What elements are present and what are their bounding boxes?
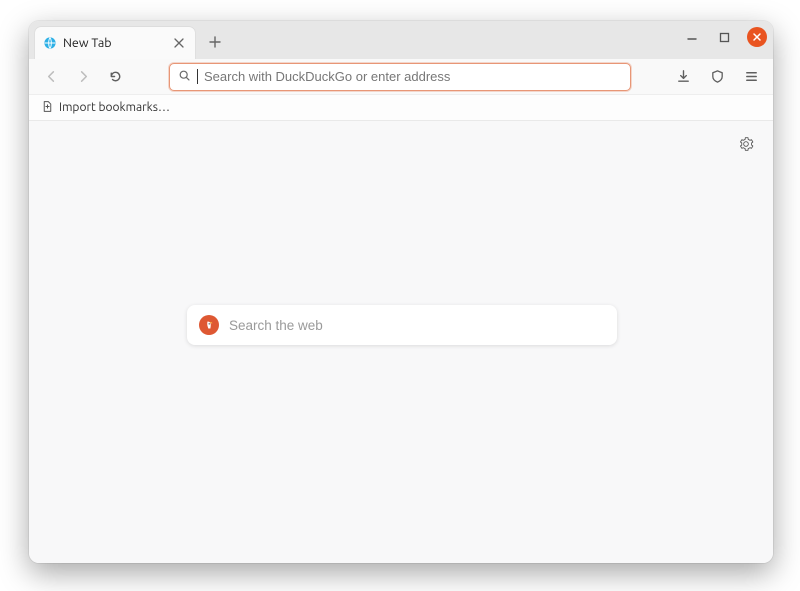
url-bar[interactable] <box>169 63 631 91</box>
arrow-left-icon <box>44 69 59 84</box>
import-icon <box>41 100 54 116</box>
reload-icon <box>108 69 123 84</box>
tab-strip: New Tab <box>29 21 773 59</box>
newtab-search-input[interactable] <box>229 318 605 333</box>
download-icon <box>676 69 691 84</box>
page-content <box>29 121 773 563</box>
minimize-icon <box>686 31 698 43</box>
close-icon <box>752 32 762 42</box>
close-tab-icon[interactable] <box>171 35 187 51</box>
window-maximize-button[interactable] <box>715 28 733 46</box>
app-menu-button[interactable] <box>737 63 765 91</box>
nav-back-button[interactable] <box>37 63 65 91</box>
toolbar-right <box>669 63 765 91</box>
hamburger-icon <box>744 69 759 84</box>
new-tab-button[interactable] <box>201 29 229 57</box>
downloads-button[interactable] <box>669 63 697 91</box>
url-input[interactable] <box>204 69 622 84</box>
tab-active[interactable]: New Tab <box>35 27 195 59</box>
import-bookmarks-label: Import bookmarks… <box>59 101 170 114</box>
nav-forward-button[interactable] <box>69 63 97 91</box>
text-caret <box>197 69 198 84</box>
bookmarks-bar: Import bookmarks… <box>29 95 773 121</box>
newtab-settings-button[interactable] <box>733 131 759 157</box>
gear-icon <box>738 136 754 152</box>
toolbar <box>29 59 773 95</box>
shield-button[interactable] <box>703 63 731 91</box>
window-minimize-button[interactable] <box>683 28 701 46</box>
reload-button[interactable] <box>101 63 129 91</box>
newtab-search-box[interactable] <box>187 305 617 345</box>
maximize-icon <box>719 32 730 43</box>
window-controls <box>683 27 767 47</box>
import-bookmarks-button[interactable]: Import bookmarks… <box>37 98 174 118</box>
shield-icon <box>710 69 725 84</box>
tab-title: New Tab <box>63 36 165 50</box>
arrow-right-icon <box>76 69 91 84</box>
search-icon <box>178 68 191 86</box>
globe-icon <box>43 36 57 50</box>
browser-window: New Tab <box>29 21 773 563</box>
window-close-button[interactable] <box>747 27 767 47</box>
duckduckgo-icon <box>199 315 219 335</box>
plus-icon <box>209 34 221 52</box>
